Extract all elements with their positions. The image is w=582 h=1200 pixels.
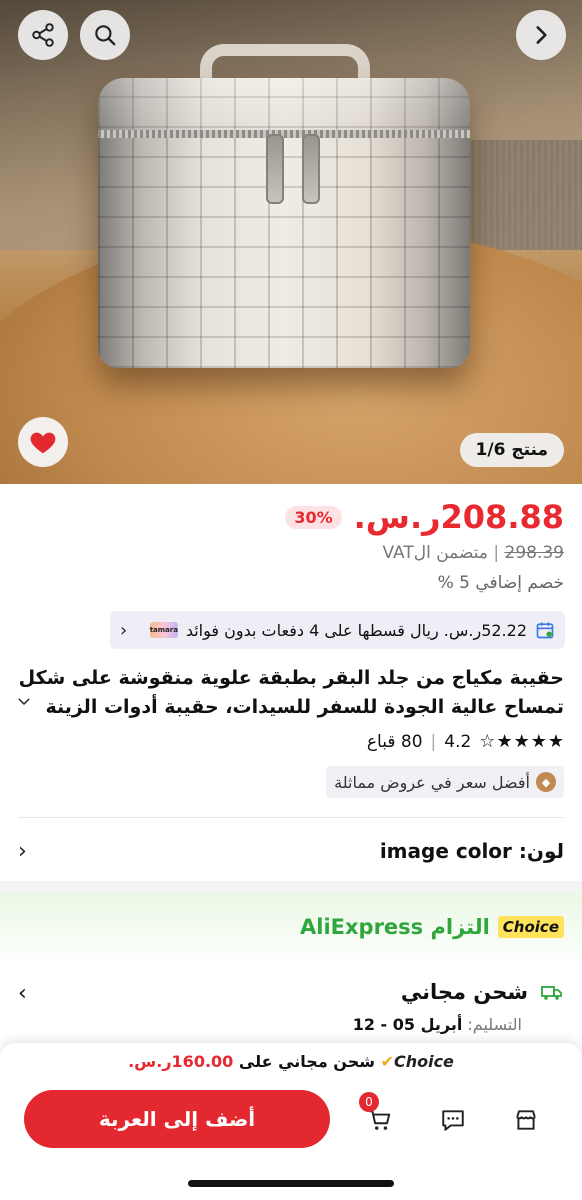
old-price-row: 298.39 | متضمن الVAT <box>382 543 564 563</box>
product-image[interactable]: منتج 1/6 <box>0 0 582 484</box>
promo-amount: 160.00ر.س. <box>128 1052 234 1071</box>
star-rating: ☆ ★ ★ ★ ★ <box>479 731 564 752</box>
rating-value: 4.2 <box>444 731 472 752</box>
expand-title-button[interactable] <box>16 694 32 714</box>
search-button[interactable] <box>80 10 130 60</box>
color-selector[interactable]: لون: image color ‹ <box>18 836 564 866</box>
home-indicator[interactable] <box>188 1180 394 1187</box>
star-icon: ★ <box>530 731 547 752</box>
delivery-dates: أبريل 05 - 12 <box>352 1015 463 1034</box>
share-button[interactable] <box>18 10 68 60</box>
product-title: حقيبة مكياج من جلد البقر بطبقة علوية منق… <box>18 667 564 718</box>
cart-count-badge: 0 <box>359 1092 379 1112</box>
chevron-down-icon <box>18 698 30 705</box>
rating-row[interactable]: ☆ ★ ★ ★ ★ 4.2 | 80 قباع <box>367 731 564 752</box>
wishlist-button[interactable] <box>18 417 68 467</box>
best-price-text: أفضل سعر في عروض مماثلة <box>334 772 530 792</box>
tag-icon: ◆ <box>536 772 556 792</box>
chevron-left-icon: ‹ <box>18 838 27 864</box>
installment-banner[interactable]: 52.22ر.س. ريال قسطها على 4 دفعات بدون فو… <box>110 611 565 649</box>
discount-badge: 30% <box>285 505 342 529</box>
star-icon: ★ <box>547 731 564 752</box>
promo-text: شحن مجاني على <box>238 1052 375 1071</box>
heart-icon <box>30 432 56 454</box>
check-icon: ✔ <box>380 1052 394 1071</box>
current-price: 208.88ر.س. <box>353 498 564 536</box>
vat-note: متضمن الVAT <box>382 543 488 563</box>
back-button[interactable] <box>516 10 566 60</box>
shipping-row[interactable]: شحن مجاني <box>401 980 564 1004</box>
store-icon <box>516 1110 536 1130</box>
color-value: image color <box>379 839 512 863</box>
add-to-cart-button[interactable]: أضف إلى العربة <box>24 1090 330 1148</box>
free-shipping-promo: Choice✔ شحن مجاني على 160.00ر.س. <box>0 1052 582 1071</box>
divider <box>18 817 564 818</box>
calendar-icon <box>536 622 554 639</box>
chevron-left-icon[interactable]: ‹ <box>18 981 27 1006</box>
bag-illustration <box>98 78 470 368</box>
star-icon: ★ <box>496 731 513 752</box>
delivery-estimate: التسليم: أبريل 05 - 12 <box>353 1015 522 1034</box>
promo-choice-badge: Choice <box>393 1052 454 1071</box>
message-button[interactable] <box>433 1100 473 1140</box>
installment-text: 52.22ر.س. ريال قسطها على 4 دفعات بدون فو… <box>185 620 527 640</box>
extra-discount: خصم إضافي 5 % <box>437 573 564 593</box>
chevron-left-icon: ‹ <box>120 619 128 641</box>
image-counter: منتج 1/6 <box>459 433 564 467</box>
star-icon: ★ <box>513 731 530 752</box>
choice-commitment[interactable]: Choice التزام AliExpress <box>300 915 564 939</box>
star-icon: ☆ <box>479 731 496 752</box>
tamara-logo: tamara <box>150 622 178 638</box>
best-price-tag[interactable]: ◆ أفضل سعر في عروض مماثلة <box>326 766 564 798</box>
delivery-label: التسليم: <box>467 1015 522 1034</box>
product-page: { "gallery": { "counter": "منتج 1/6", "i… <box>0 0 582 1200</box>
chat-icon <box>442 1110 464 1131</box>
choice-title: التزام AliExpress <box>300 915 490 939</box>
price-row: 208.88ر.س. 30% <box>285 498 564 536</box>
store-button[interactable] <box>506 1100 546 1140</box>
old-price: 298.39 <box>504 543 564 563</box>
shipping-title: شحن مجاني <box>400 980 528 1004</box>
search-icon <box>95 25 116 46</box>
chevron-right-icon <box>536 26 547 44</box>
color-label: لون: <box>518 839 564 863</box>
choice-badge: Choice <box>497 916 564 938</box>
sold-count: 80 قباع <box>366 731 423 752</box>
share-icon <box>32 23 54 47</box>
truck-icon <box>541 986 562 1000</box>
